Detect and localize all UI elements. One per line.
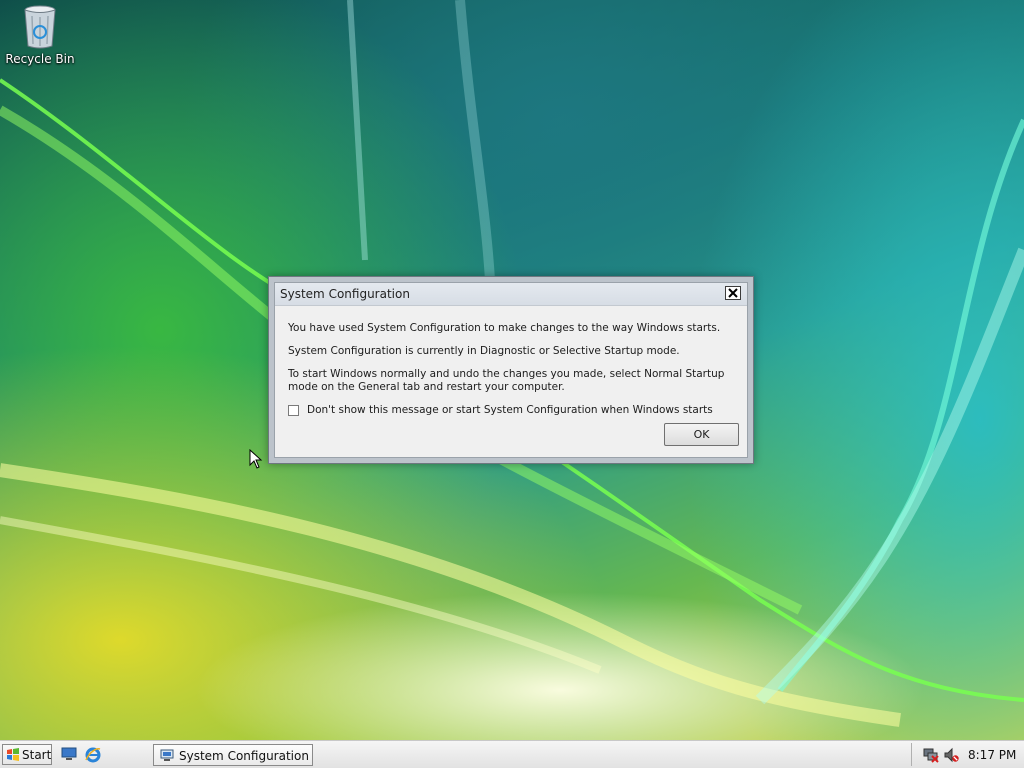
message-line-changes: You have used System Configuration to ma… — [288, 322, 721, 334]
mouse-cursor-icon — [249, 449, 263, 469]
network-disconnected-icon[interactable] — [923, 747, 939, 763]
dialog-title: System Configuration — [280, 287, 410, 301]
message-line-mode: System Configuration is currently in Dia… — [288, 345, 680, 357]
desktop-icon-label: Recycle Bin — [5, 52, 75, 66]
system-configuration-icon — [160, 749, 174, 761]
recycle-bin-icon — [24, 5, 56, 49]
internet-explorer-icon[interactable] — [85, 747, 101, 763]
taskbar: Start System Configuration 8:17 PM — [0, 740, 1024, 768]
volume-muted-icon[interactable] — [943, 747, 959, 763]
taskbar-button-system-configuration[interactable]: System Configuration — [153, 744, 313, 766]
close-icon — [728, 288, 738, 298]
start-button[interactable]: Start — [2, 744, 52, 765]
taskbar-button-label: System Configuration — [179, 749, 309, 763]
start-button-label: Start — [22, 748, 52, 762]
desktop-icon-recycle-bin[interactable]: Recycle Bin — [4, 2, 76, 66]
ok-button[interactable]: OK — [664, 423, 739, 446]
system-configuration-dialog: System Configuration You have used Syste… — [268, 276, 754, 464]
dont-show-checkbox[interactable] — [288, 405, 299, 416]
dont-show-checkbox-label[interactable]: Don't show this message or start System … — [307, 404, 713, 416]
show-desktop-icon[interactable] — [61, 747, 77, 761]
message-line-instructions: To start Windows normally and undo the c… — [288, 368, 725, 393]
close-button[interactable] — [725, 286, 741, 300]
dialog-titlebar[interactable]: System Configuration — [275, 283, 747, 306]
notification-area: 8:17 PM — [911, 743, 1021, 766]
windows-logo-icon — [7, 748, 19, 761]
dialog-client-area: System Configuration You have used Syste… — [274, 282, 748, 458]
taskbar-clock[interactable]: 8:17 PM — [968, 748, 1016, 762]
